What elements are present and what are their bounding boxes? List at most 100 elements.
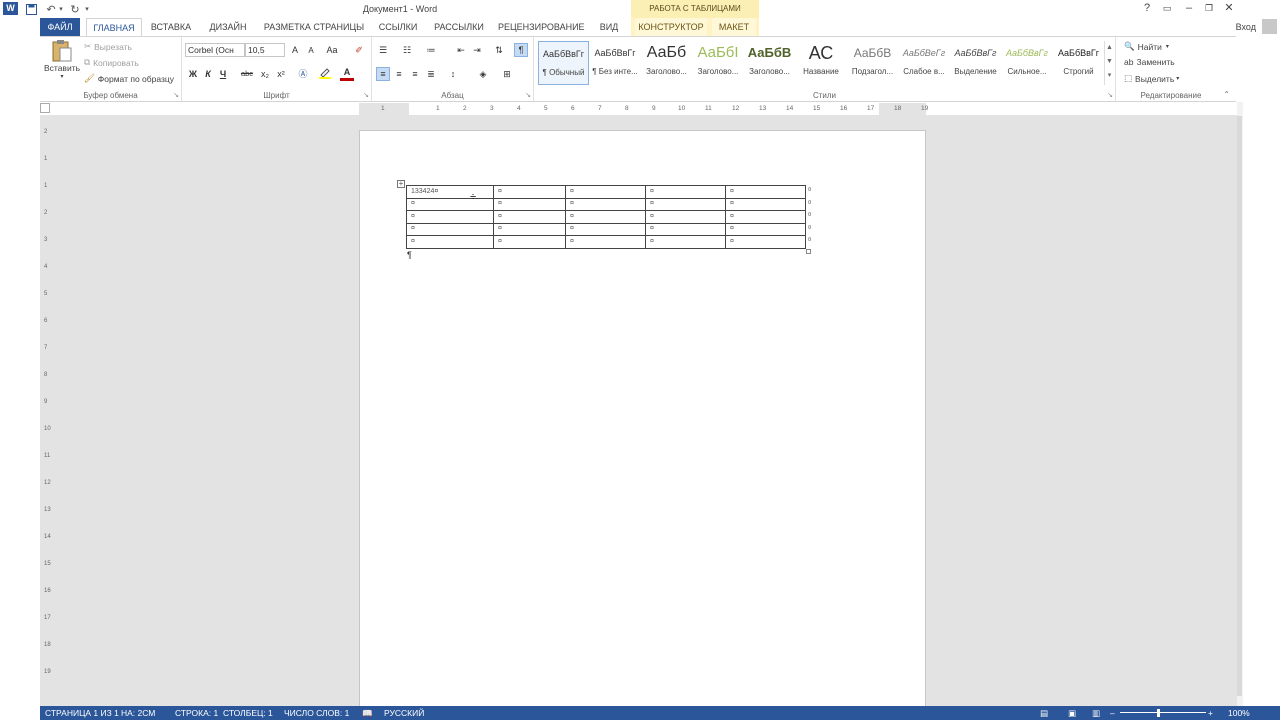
zoom-in-button[interactable]: + <box>1208 708 1213 718</box>
sort-icon[interactable]: ⇅ <box>492 43 506 57</box>
table-row[interactable]: 133424¤ ¤ ¤ ¤ ¤ <box>406 185 806 199</box>
table-cell[interactable]: ¤ <box>565 210 646 224</box>
table-cell[interactable]: ¤ <box>565 235 646 249</box>
status-word-count[interactable]: ЧИСЛО СЛОВ: 1 <box>284 708 349 718</box>
tab-design[interactable]: ДИЗАЙН <box>204 18 252 36</box>
select-button[interactable]: ⬚ Выделить ▾ <box>1124 73 1179 84</box>
style-item[interactable]: АаБбВвГг Сильное... <box>1002 41 1053 85</box>
tab-table-layout[interactable]: МАКЕТ <box>712 18 756 36</box>
table-cell[interactable]: ¤ <box>645 222 726 236</box>
find-button[interactable]: 🔍 Найти ▾ <box>1124 41 1169 52</box>
restore-button[interactable]: ❐ <box>1200 1 1218 15</box>
vertical-scrollbar[interactable] <box>1237 102 1280 706</box>
strikethrough-button[interactable]: abc <box>238 67 256 81</box>
paragraph-launcher-icon[interactable]: ↘ <box>525 91 531 99</box>
zoom-out-button[interactable]: – <box>1110 708 1115 718</box>
table-cell[interactable]: ¤ <box>493 222 566 236</box>
table-row[interactable]: ¤ ¤ ¤ ¤ ¤ <box>406 197 806 211</box>
web-layout-icon[interactable]: ▥ <box>1092 708 1100 719</box>
replace-button[interactable]: ab Заменить <box>1124 57 1175 67</box>
table-cell[interactable]: ¤ <box>406 222 494 236</box>
font-name-field[interactable]: Corbel (Осн <box>185 43 245 57</box>
show-marks-button[interactable]: ¶ <box>514 43 528 57</box>
style-item[interactable]: АаБбВвГг Строгий <box>1053 41 1104 85</box>
table-cell[interactable]: ¤ <box>493 210 566 224</box>
bullets-icon[interactable]: ☰ <box>376 43 390 57</box>
font-launcher-icon[interactable]: ↘ <box>363 91 369 99</box>
shrink-font-button[interactable]: A <box>304 44 318 58</box>
table-cell[interactable]: ¤ <box>406 197 494 211</box>
table-row[interactable]: ¤ ¤ ¤ ¤ ¤ <box>406 235 806 249</box>
table-cell[interactable]: ¤ <box>725 210 806 224</box>
table-cell[interactable]: ¤ <box>725 185 806 199</box>
document-page[interactable]: + 133424¤ ¤ ¤ ¤ ¤ ¤ ¤ ¤ ¤ ¤ ¤ ¤ ¤ ¤ ¤ ¤ ¤ ¤ ¤ ¤ ¤ ¤ ¤ ¤ ¤ ¤ ¤ ¤ ¤ ¤ … <box>359 130 926 710</box>
align-center-icon[interactable]: ≡ <box>392 67 406 81</box>
table-resize-handle[interactable] <box>806 249 811 254</box>
table-row[interactable]: ¤ ¤ ¤ ¤ ¤ <box>406 222 806 236</box>
decrease-indent-icon[interactable]: ⇤ <box>454 43 468 57</box>
table-cell[interactable]: ¤ <box>725 222 806 236</box>
table-cell[interactable]: ¤ <box>493 197 566 211</box>
underline-button[interactable]: Ч <box>216 67 230 81</box>
table-cell[interactable]: ¤ <box>645 235 726 249</box>
italic-button[interactable]: К <box>201 67 215 81</box>
scrollbar-thumb[interactable] <box>1237 116 1242 696</box>
table-cell[interactable]: ¤ <box>645 185 726 199</box>
horizontal-ruler[interactable]: 1 1 2 3 4 5 6 7 8 9 10 11 12 13 14 15 16 17 18 19 <box>359 103 928 115</box>
style-item[interactable]: АаБб Заголово... <box>641 41 692 85</box>
ribbon-display-button[interactable]: ▭ <box>1158 1 1176 15</box>
tab-view[interactable]: ВИД <box>596 18 622 36</box>
tab-home[interactable]: ГЛАВНАЯ <box>86 18 142 37</box>
vertical-ruler[interactable]: 2 1 1 2 3 4 5 6 7 8 9 10 11 12 13 14 15 16 17 18 19 <box>40 115 54 706</box>
collapse-ribbon-icon[interactable]: ⌃ <box>1223 90 1230 99</box>
style-item[interactable]: АаБбВ Заголово... <box>744 41 795 85</box>
help-button[interactable]: ? <box>1138 1 1156 15</box>
print-layout-icon[interactable]: ▣ <box>1068 708 1076 719</box>
numbering-icon[interactable]: ☷ <box>400 43 414 57</box>
multilevel-list-icon[interactable]: ≔ <box>424 43 438 57</box>
table-cell[interactable]: ¤ <box>565 185 646 199</box>
table-move-handle-icon[interactable]: + <box>397 180 405 188</box>
tab-table-design[interactable]: КОНСТРУКТОР <box>635 18 707 36</box>
status-page[interactable]: СТРАНИЦА 1 ИЗ 1 <box>45 708 119 718</box>
sign-in-link[interactable]: Вход <box>1236 22 1256 32</box>
status-position[interactable]: НА: 2СМ <box>121 708 155 718</box>
table-cell[interactable]: ¤ <box>493 185 566 199</box>
subscript-button[interactable]: x₂ <box>258 67 272 81</box>
highlight-icon[interactable] <box>318 67 332 81</box>
table-cell[interactable]: ¤ <box>725 197 806 211</box>
proofing-icon[interactable]: 📖 <box>362 708 373 719</box>
table-cell[interactable]: ¤ <box>406 235 494 249</box>
document-table[interactable]: 133424¤ ¤ ¤ ¤ ¤ ¤ ¤ ¤ ¤ ¤ ¤ ¤ ¤ ¤ ¤ ¤ ¤ ¤ ¤ ¤ ¤ ¤ ¤ ¤ ¤ <box>406 185 806 249</box>
zoom-slider[interactable] <box>1120 712 1206 713</box>
style-item[interactable]: АС Название <box>796 41 847 85</box>
table-row[interactable]: ¤ ¤ ¤ ¤ ¤ <box>406 210 806 224</box>
style-item[interactable]: АаБбВеГг Слабое в... <box>899 41 950 85</box>
justify-icon[interactable]: ≣ <box>424 67 438 81</box>
read-mode-icon[interactable]: ▤ <box>1040 708 1048 719</box>
minimize-button[interactable]: – <box>1180 1 1198 15</box>
style-item[interactable]: АаБбВвГг ¶ Без инте... <box>590 41 641 85</box>
font-size-field[interactable]: 10,5 <box>245 43 285 57</box>
borders-icon[interactable]: ⊞ <box>500 67 514 81</box>
style-item[interactable]: АаБбI Заголово... <box>693 41 744 85</box>
table-cell[interactable]: 133424¤ <box>406 185 494 199</box>
bold-button[interactable]: Ж <box>186 67 200 81</box>
format-painter-button[interactable]: 🖌 Формат по образцу <box>84 73 174 84</box>
font-color-button[interactable]: A <box>340 67 354 81</box>
grow-font-button[interactable]: A <box>288 43 302 57</box>
close-button[interactable]: ✕ <box>1220 1 1238 15</box>
table-cell[interactable]: ¤ <box>725 235 806 249</box>
shading-icon[interactable]: ◈ <box>476 67 490 81</box>
tab-file[interactable]: ФАЙЛ <box>40 18 80 36</box>
cut-button[interactable]: ✂ Вырезать <box>84 41 132 52</box>
clear-formatting-icon[interactable]: ✐ <box>352 43 366 57</box>
styles-scroll[interactable]: ▲ ▼ ▾ <box>1104 41 1114 85</box>
copy-button[interactable]: ⧉ Копировать <box>84 57 139 68</box>
status-column[interactable]: СТОЛБЕЦ: 1 <box>223 708 273 718</box>
clipboard-launcher-icon[interactable]: ↘ <box>173 91 179 99</box>
table-cell[interactable]: ¤ <box>493 235 566 249</box>
superscript-button[interactable]: x² <box>274 67 288 81</box>
tab-selector[interactable] <box>40 103 50 113</box>
table-cell[interactable]: ¤ <box>645 197 726 211</box>
